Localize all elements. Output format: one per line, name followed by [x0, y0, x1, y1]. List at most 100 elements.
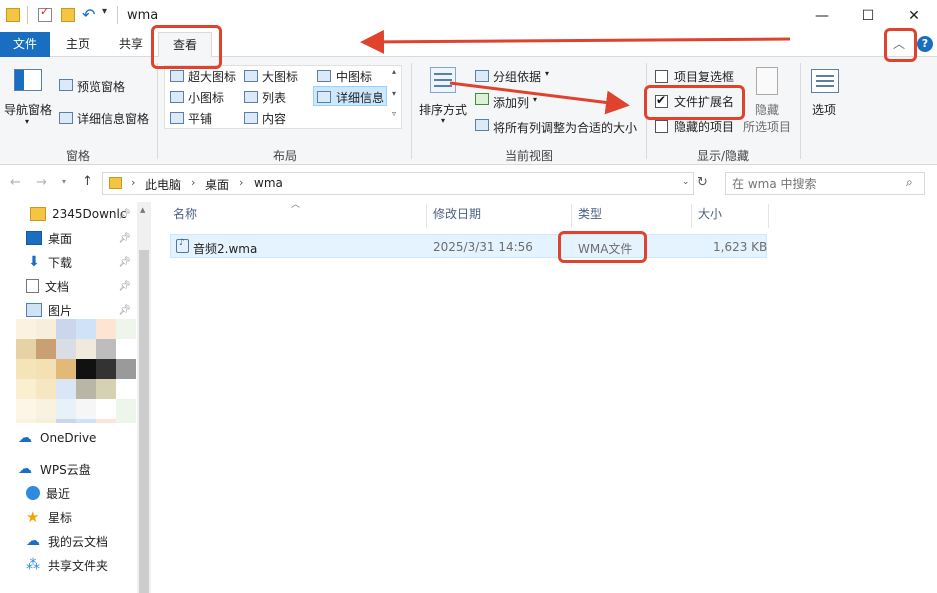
sidebar-item-downloads[interactable]: ⬇ 下载 📌︎: [0, 250, 137, 274]
layout-content[interactable]: 内容: [262, 110, 286, 127]
file-name[interactable]: 音频2.wma: [193, 240, 257, 257]
gallery-up-icon[interactable]: ▴: [392, 67, 396, 76]
group-by-button[interactable]: 分组依据: [493, 68, 541, 85]
options-icon[interactable]: [811, 69, 839, 93]
search-box[interactable]: ⌕: [725, 172, 925, 195]
column-separator[interactable]: [571, 204, 572, 228]
group-separator: [800, 63, 801, 159]
up-icon[interactable]: ↑: [82, 174, 93, 189]
sidebar-item-desktop[interactable]: 桌面 📌︎: [0, 226, 137, 250]
breadcrumb-separator-icon: ›: [239, 176, 244, 189]
scroll-up-icon[interactable]: ▲: [140, 206, 145, 214]
breadcrumb-item-wma[interactable]: wma: [254, 176, 283, 190]
ribbon-tabs: 文件 主页 共享 查看 ︿ ?: [0, 32, 937, 58]
chevron-down-icon[interactable]: ▾: [533, 95, 537, 104]
sidebar-item-label: 下载: [48, 255, 73, 270]
back-icon[interactable]: ←: [10, 175, 21, 190]
tab-file[interactable]: 文件: [0, 32, 50, 57]
layout-list[interactable]: 列表: [262, 89, 286, 106]
forward-icon[interactable]: →: [36, 175, 47, 190]
sidebar-item-2345downloads[interactable]: 2345Downlc 📌︎: [0, 202, 137, 226]
sidebar-item-wps-cloud[interactable]: ☁ WPS云盘: [0, 457, 137, 481]
search-input[interactable]: [732, 175, 898, 192]
preview-pane-button[interactable]: 预览窗格: [77, 78, 125, 95]
column-separator[interactable]: [768, 204, 769, 228]
layout-details[interactable]: 详细信息: [336, 89, 384, 106]
sidebar-item-label: 桌面: [48, 231, 73, 246]
gallery-more-icon[interactable]: ▿: [392, 109, 396, 118]
details-pane-button[interactable]: 详细信息窗格: [77, 110, 149, 127]
layout-small-icons[interactable]: 小图标: [188, 89, 224, 106]
add-columns-button[interactable]: 添加列: [493, 94, 529, 111]
properties-icon[interactable]: ✓: [38, 5, 52, 22]
desktop-icon: [26, 231, 42, 245]
fit-columns-button[interactable]: 将所有列调整为合适的大小: [493, 119, 637, 136]
navigation-pane-button[interactable]: 导航窗格: [4, 101, 52, 118]
layout-tiles[interactable]: 平铺: [188, 110, 212, 127]
sidebar-item-label: 共享文件夹: [48, 558, 109, 573]
pin-icon: 📌︎: [118, 280, 131, 292]
item-checkboxes-checkbox[interactable]: [655, 70, 668, 83]
tab-share[interactable]: 共享: [108, 32, 154, 57]
sidebar-scrollbar-thumb[interactable]: [139, 250, 149, 593]
column-separator[interactable]: [691, 204, 692, 228]
refresh-icon[interactable]: ↻: [697, 175, 708, 190]
breadcrumb-item-desktop[interactable]: 桌面: [205, 176, 229, 193]
column-header-name[interactable]: 名称: [173, 205, 197, 222]
recent-locations-icon[interactable]: ▾: [62, 177, 66, 186]
chevron-down-icon[interactable]: ▾: [25, 117, 29, 126]
gallery-down-icon[interactable]: ▾: [392, 89, 396, 98]
pixelated-region: [16, 319, 136, 423]
help-icon[interactable]: ?: [917, 36, 933, 52]
chevron-down-icon[interactable]: ▾: [441, 116, 445, 125]
layout-extra-large-icons[interactable]: 超大图标: [188, 68, 236, 85]
options-button[interactable]: 选项: [812, 101, 836, 118]
sidebar-item-my-cloud-docs[interactable]: ☁ 我的云文档: [0, 529, 137, 553]
group-by-icon: [475, 70, 489, 82]
column-header-date-modified[interactable]: 修改日期: [433, 205, 481, 222]
small-icons-icon: [170, 91, 184, 103]
hide-selected-label-line2[interactable]: 所选项目: [743, 118, 791, 135]
sidebar-item-shared-folder[interactable]: ⁂ 共享文件夹: [0, 553, 137, 577]
item-checkboxes-label[interactable]: 项目复选框: [674, 68, 734, 85]
details-pane-icon[interactable]: [59, 112, 73, 124]
tiles-icon: [170, 112, 184, 124]
customize-toolbar-icon[interactable]: ▾: [102, 6, 107, 17]
maximize-button[interactable]: ☐: [845, 0, 891, 32]
column-header-type[interactable]: 类型: [578, 205, 602, 222]
layout-large-icons[interactable]: 大图标: [262, 68, 298, 85]
table-row[interactable]: ♪ 音频2.wma 2025/3/31 14:56 WMA文件 1,623 KB: [170, 234, 767, 258]
new-folder-icon[interactable]: [61, 8, 75, 22]
minimize-button[interactable]: —: [799, 0, 845, 32]
divider: [27, 6, 28, 24]
undo-icon[interactable]: ↶: [82, 5, 95, 24]
address-bar[interactable]: › 此电脑 › 桌面 › wma ⌄: [102, 172, 694, 195]
list-icon: [244, 91, 258, 103]
hide-selected-label-line1[interactable]: 隐藏: [755, 101, 779, 118]
column-header-size[interactable]: 大小: [698, 205, 722, 222]
sidebar-item-documents[interactable]: 文档 📌︎: [0, 274, 137, 298]
chevron-down-icon[interactable]: ▾: [545, 69, 549, 78]
folder-icon: [6, 8, 20, 22]
sidebar-item-onedrive[interactable]: ☁ OneDrive: [0, 426, 137, 450]
sort-ascending-icon: ︿: [291, 200, 301, 210]
hidden-items-label[interactable]: 隐藏的项目: [674, 118, 734, 135]
hidden-items-checkbox[interactable]: [655, 120, 668, 133]
search-icon[interactable]: ⌕: [906, 175, 913, 190]
sort-by-icon[interactable]: [430, 67, 456, 93]
annotation-box-file-type: [558, 231, 647, 263]
pin-icon: 📌︎: [118, 232, 131, 244]
address-dropdown-icon[interactable]: ⌄: [682, 177, 690, 187]
file-modified: 2025/3/31 14:56: [433, 240, 533, 254]
title-bar: ✓ ↶ ▾ wma — ☐ ✕: [0, 0, 937, 32]
column-separator[interactable]: [426, 204, 427, 228]
navigation-pane-icon[interactable]: [14, 69, 42, 91]
sidebar-item-recent[interactable]: 最近: [0, 481, 137, 505]
preview-pane-icon[interactable]: [59, 79, 73, 91]
breadcrumb-item-this-pc[interactable]: 此电脑: [145, 176, 181, 193]
star-icon: ★: [26, 508, 40, 526]
tab-home[interactable]: 主页: [56, 32, 100, 57]
window-title: wma: [127, 8, 159, 23]
sidebar-item-starred[interactable]: ★ 星标: [0, 505, 137, 529]
layout-medium-icons[interactable]: 中图标: [336, 68, 372, 85]
